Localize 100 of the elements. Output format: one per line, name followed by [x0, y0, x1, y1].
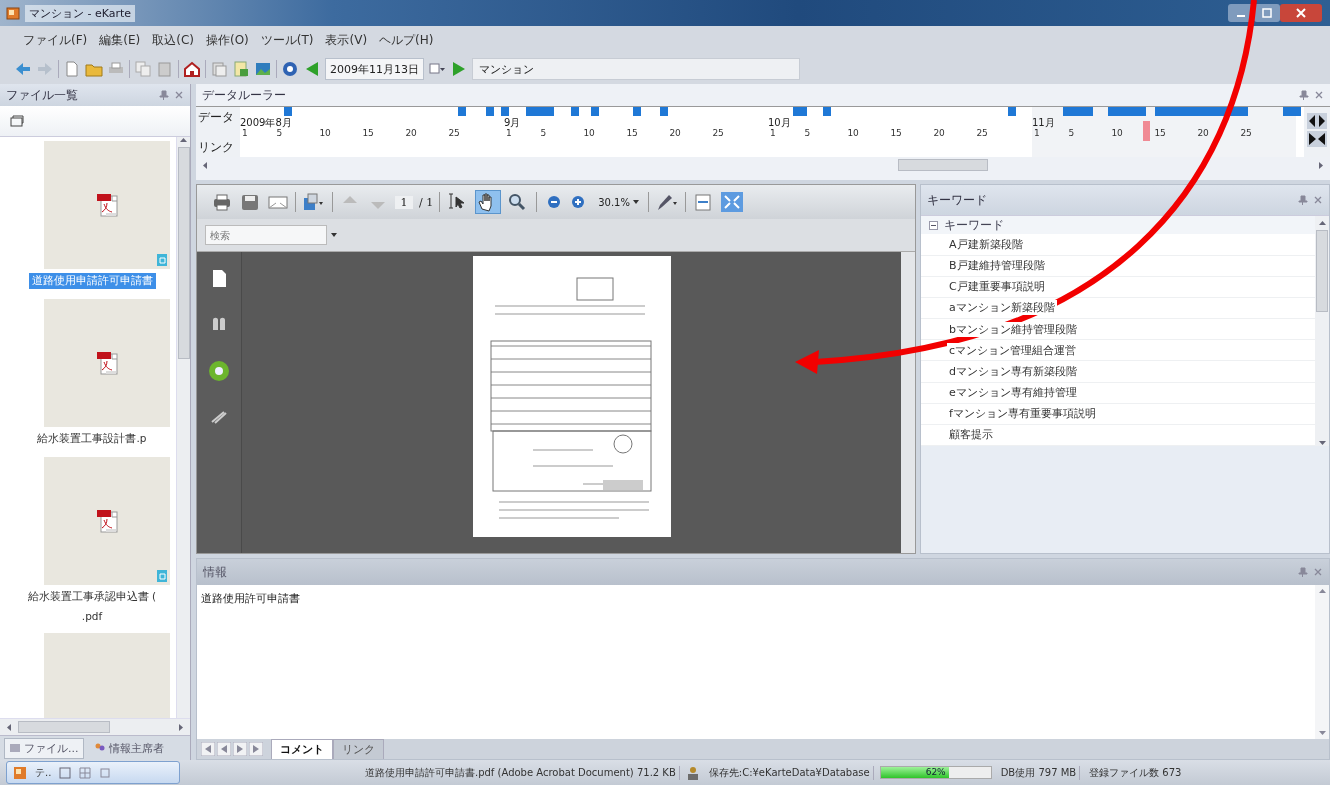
- close-icon[interactable]: [174, 89, 184, 100]
- scroll-down-icon[interactable]: [1318, 440, 1326, 446]
- row-label: リンク: [198, 140, 235, 154]
- scrollbar-thumb[interactable]: [18, 721, 110, 733]
- tree-item[interactable]: bマンション維持管理段階: [947, 321, 1079, 337]
- day-label: 25: [448, 128, 460, 138]
- menu-item[interactable]: 表示(V): [320, 28, 373, 52]
- fit-page-icon[interactable]: [720, 191, 744, 213]
- tree-item[interactable]: dマンション専有新築段階: [947, 363, 1079, 379]
- first-tab-button[interactable]: [201, 742, 215, 756]
- scroll-left-icon[interactable]: [6, 723, 12, 731]
- printer-icon[interactable]: [211, 192, 233, 212]
- search-field[interactable]: 検索: [205, 225, 327, 245]
- day-label: 25: [976, 128, 988, 138]
- pages-icon[interactable]: [211, 268, 227, 288]
- comment-text: 道路使用許可申請書: [200, 591, 301, 607]
- file-thumbnail[interactable]: [44, 141, 170, 269]
- menu-item[interactable]: 取込(C): [147, 28, 199, 52]
- collapse-icon[interactable]: [929, 220, 938, 230]
- scrollbar-thumb[interactable]: [1316, 230, 1328, 312]
- pin-icon[interactable]: [1298, 194, 1308, 206]
- scroll-right-icon[interactable]: [178, 723, 184, 731]
- zoom-dropdown[interactable]: 30.1%: [595, 194, 642, 210]
- pin-icon[interactable]: [159, 89, 169, 101]
- last-tab-button[interactable]: [249, 742, 263, 756]
- day-label: 10: [583, 128, 595, 138]
- tree-item[interactable]: fマンション専有重要事項説明: [947, 406, 1098, 422]
- tree-item[interactable]: aマンション新築段階: [947, 300, 1057, 316]
- status-text: DB使用 797 MB: [997, 765, 1081, 780]
- hand-tool-icon[interactable]: [476, 191, 501, 213]
- file-name[interactable]: .pdf: [78, 609, 106, 623]
- menu-item[interactable]: 編集(E): [94, 28, 146, 52]
- home-icon[interactable]: [183, 60, 201, 78]
- month-label: 11月: [1032, 117, 1056, 128]
- file-thumbnail[interactable]: [44, 457, 170, 585]
- day-label: 20: [405, 128, 417, 138]
- scroll-left-icon[interactable]: [202, 161, 208, 169]
- expand-button[interactable]: [1307, 113, 1327, 129]
- stamp-dropdown-icon[interactable]: [302, 192, 326, 212]
- maximize-button[interactable]: [1254, 4, 1280, 22]
- tree-item[interactable]: B戸建維持管理段階: [947, 258, 1047, 274]
- day-label: 1: [506, 128, 512, 138]
- scrollbar-thumb[interactable]: [898, 159, 988, 171]
- back-arrow-icon[interactable]: [14, 60, 32, 78]
- new-document-icon[interactable]: [63, 60, 81, 78]
- tree-item[interactable]: A戸建新築段階: [947, 236, 1025, 252]
- tab[interactable]: コメント: [271, 739, 333, 759]
- tree-item[interactable]: cマンション管理組合運営: [947, 342, 1079, 358]
- menu-item[interactable]: ツール(T): [255, 28, 319, 52]
- close-button[interactable]: [1280, 4, 1322, 22]
- image-icon[interactable]: [254, 60, 272, 78]
- copy-icon[interactable]: [134, 60, 152, 78]
- month-label: 9月: [504, 117, 522, 128]
- file-name[interactable]: 給水装置工事承認申込書 (: [24, 589, 160, 605]
- scroll-up-icon[interactable]: [1318, 588, 1326, 594]
- previous-tab-button[interactable]: [217, 742, 231, 756]
- progress-reading: 62%: [924, 767, 947, 778]
- day-label: 10: [847, 128, 859, 138]
- close-icon[interactable]: [1313, 566, 1323, 577]
- panel-tab[interactable]: 情報主席者: [89, 738, 168, 758]
- scrollbar-thumb[interactable]: [177, 147, 190, 359]
- save-icon[interactable]: [239, 192, 261, 212]
- menu-item[interactable]: ヘルプ(H): [374, 28, 439, 52]
- tree-item[interactable]: 顧客提示: [947, 427, 995, 443]
- next-tab-button[interactable]: [233, 742, 247, 756]
- pin-icon[interactable]: [1298, 566, 1308, 578]
- scroll-up-icon[interactable]: [1318, 220, 1326, 226]
- collapse-button[interactable]: [1307, 131, 1327, 147]
- pen-dropdown-icon[interactable]: [655, 192, 679, 212]
- close-icon[interactable]: [1313, 194, 1323, 205]
- caret-icon: [633, 200, 639, 204]
- panel-title: ファイル一覧: [6, 86, 78, 104]
- tab[interactable]: リンク: [333, 739, 384, 759]
- context-field[interactable]: マンション: [472, 58, 800, 80]
- menu-item[interactable]: ファイル(F): [18, 28, 93, 52]
- tree-item[interactable]: C戸建重要事項説明: [947, 279, 1047, 295]
- document-stack-icon[interactable]: [210, 60, 228, 78]
- close-icon[interactable]: [1314, 89, 1324, 100]
- day-label: 15: [626, 128, 638, 138]
- help-icon[interactable]: [208, 360, 230, 382]
- user-icon: [685, 765, 700, 780]
- panel-tab[interactable]: ファイル...: [4, 737, 84, 759]
- pin-icon[interactable]: [1299, 89, 1309, 101]
- scroll-down-icon[interactable]: [1318, 730, 1326, 736]
- page-number-field[interactable]: 1: [395, 195, 413, 209]
- scroll-right-icon[interactable]: [1318, 161, 1324, 169]
- help-icon[interactable]: [281, 60, 299, 78]
- status-text: 登録ファイル数 673: [1088, 765, 1183, 780]
- taskbar-button[interactable]: テ..: [6, 761, 180, 784]
- day-label: 5: [1068, 128, 1075, 138]
- month-label: 10月: [768, 117, 792, 128]
- day-label: 1: [770, 128, 776, 138]
- file-thumbnail[interactable]: [44, 299, 170, 427]
- window-icon[interactable]: [10, 115, 24, 127]
- tree-item[interactable]: eマンション専有維持管理: [947, 385, 1079, 401]
- file-name[interactable]: 給水装置工事設計書.p: [34, 431, 150, 447]
- menu-item[interactable]: 操作(O): [200, 28, 254, 52]
- app-icon: [6, 6, 20, 20]
- panel-title: キーワード: [927, 191, 987, 209]
- tree-item[interactable]: キーワード: [944, 216, 1004, 234]
